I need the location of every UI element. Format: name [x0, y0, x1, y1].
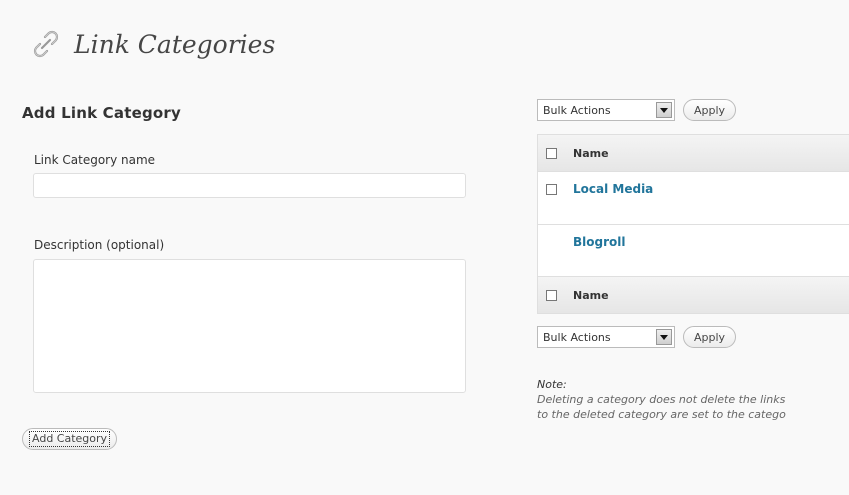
categories-table: Name Local Media Blogroll Name [537, 134, 849, 314]
chevron-down-icon[interactable] [656, 329, 672, 345]
name-field-label: Link Category name [34, 153, 156, 167]
apply-button-bottom[interactable]: Apply [683, 326, 737, 348]
category-link[interactable]: Local Media [573, 182, 653, 196]
row-checkbox[interactable] [546, 184, 557, 195]
add-category-form: Add Link Category [22, 104, 472, 122]
table-header: Name [538, 135, 849, 172]
note-title: Note: [537, 378, 567, 391]
page-title: Link Categories [28, 22, 275, 66]
note-block: Note: Deleting a category does not delet… [537, 377, 849, 422]
bulk-actions-top: Bulk Actions Apply [537, 99, 737, 121]
category-link[interactable]: Blogroll [573, 235, 625, 249]
bulk-actions-bottom: Bulk Actions Apply [537, 326, 737, 348]
add-category-label: Add Category [29, 431, 111, 447]
link-icon [33, 30, 59, 58]
add-category-title: Add Link Category [22, 104, 181, 122]
column-footer-name[interactable]: Name [573, 289, 609, 302]
link-category-name-input[interactable] [33, 173, 466, 198]
table-row: Local Media [538, 172, 849, 225]
select-all-checkbox-top[interactable] [546, 147, 557, 159]
table-footer: Name [538, 276, 849, 313]
add-category-button[interactable]: Add Category [22, 428, 118, 450]
bulk-actions-select-bottom[interactable]: Bulk Actions [537, 326, 675, 348]
bulk-actions-selected-top: Bulk Actions [543, 103, 611, 117]
bulk-actions-selected-bottom: Bulk Actions [543, 330, 611, 344]
description-field-label: Description (optional) [34, 238, 165, 252]
table-row: Blogroll [538, 225, 849, 278]
bulk-actions-select-top[interactable]: Bulk Actions [537, 99, 675, 121]
note-line-2: to the deleted category are set to the c… [537, 408, 786, 421]
page-heading: Link Categories [74, 29, 276, 59]
note-line-1: Deleting a category does not delete the … [537, 393, 786, 406]
chevron-down-icon[interactable] [656, 102, 672, 118]
select-all-checkbox-bottom[interactable] [546, 289, 557, 301]
apply-button-top[interactable]: Apply [683, 99, 737, 121]
description-textarea[interactable] [33, 259, 466, 393]
column-header-name[interactable]: Name [573, 147, 609, 160]
